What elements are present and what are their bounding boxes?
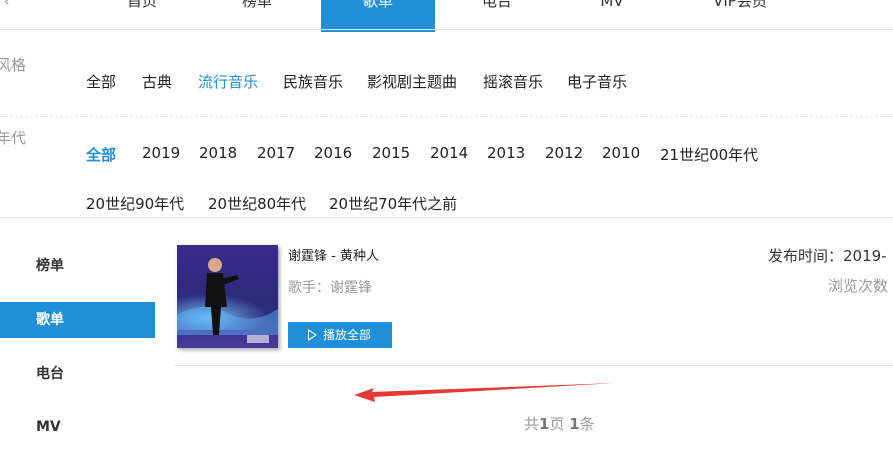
sidebar-item-label: MV xyxy=(36,419,61,435)
cover-artwork xyxy=(177,245,278,348)
era-option-2014[interactable]: 2014 xyxy=(430,144,468,162)
card-divider xyxy=(175,365,893,366)
era-option-2012[interactable]: 2012 xyxy=(545,144,583,162)
view-count: 浏览次数 xyxy=(828,277,889,295)
sidebar-item-label: 歌单 xyxy=(36,312,64,328)
playlist-cover[interactable] xyxy=(177,245,278,348)
era-option-1980s[interactable]: 20世纪80年代 xyxy=(208,193,306,214)
sidebar-item-label: 榜单 xyxy=(36,258,64,274)
sidebar-item-label: 电台 xyxy=(36,366,64,382)
release-date: 发布时间：2019- xyxy=(768,247,887,265)
era-option-1990s[interactable]: 20世纪90年代 xyxy=(86,193,184,214)
era-option-2016[interactable]: 2016 xyxy=(314,144,352,162)
pagination-prefix: 共 xyxy=(524,415,540,433)
top-nav: ‹ 首页 榜单 歌单 电台 MV VIP会员 xyxy=(0,0,893,32)
sidebar-item-charts[interactable]: 榜单 xyxy=(0,248,155,284)
pagination-summary: 共1页 1条 xyxy=(524,413,595,434)
play-all-button[interactable]: 播放全部 xyxy=(288,322,392,348)
filter-label-style: 风格 xyxy=(0,56,27,74)
sidebar-item-radio[interactable]: 电台 xyxy=(0,356,155,392)
style-option-folk[interactable]: 民族音乐 xyxy=(283,71,343,92)
nav-divider xyxy=(0,29,893,30)
style-option-rock[interactable]: 摇滚音乐 xyxy=(483,71,543,92)
pagination-pages: 1 xyxy=(539,415,550,433)
section-divider xyxy=(0,217,893,218)
nav-item-playlists[interactable]: 歌单 xyxy=(321,0,435,32)
filter-label-era: 年代 xyxy=(0,129,27,147)
nav-item-home[interactable]: 首页 xyxy=(100,0,184,32)
style-option-soundtrack[interactable]: 影视剧主题曲 xyxy=(367,71,457,92)
era-option-pre-1970s[interactable]: 20世纪70年代之前 xyxy=(329,193,457,214)
playlist-title[interactable]: 谢霆锋 - 黄种人 xyxy=(288,245,379,264)
play-all-label: 播放全部 xyxy=(323,328,372,342)
annotation-arrow-icon xyxy=(354,383,616,402)
pagination-count: 1 xyxy=(569,415,580,433)
chevron-left-icon[interactable]: ‹ xyxy=(4,0,10,10)
era-option-2015[interactable]: 2015 xyxy=(372,144,410,162)
era-option-2017[interactable]: 2017 xyxy=(257,144,295,162)
era-option-2010[interactable]: 2010 xyxy=(602,144,640,162)
playlist-artist[interactable]: 歌手：谢霆锋 xyxy=(288,277,372,297)
era-option-2000s[interactable]: 21世纪00年代 xyxy=(660,144,758,165)
nav-item-vip[interactable]: VIP会员 xyxy=(690,0,790,32)
filter-divider xyxy=(0,116,893,117)
play-icon xyxy=(308,329,317,341)
pagination-pages-unit: 页 xyxy=(549,415,570,433)
nav-item-radio[interactable]: 电台 xyxy=(455,0,539,32)
style-option-classical[interactable]: 古典 xyxy=(142,71,172,92)
era-option-all[interactable]: 全部 xyxy=(86,144,116,165)
nav-item-mv[interactable]: MV xyxy=(570,0,654,32)
era-option-2019[interactable]: 2019 xyxy=(142,144,180,162)
nav-item-charts[interactable]: 榜单 xyxy=(215,0,299,32)
era-option-2013[interactable]: 2013 xyxy=(487,144,525,162)
style-option-electronic[interactable]: 电子音乐 xyxy=(567,71,627,92)
style-option-pop[interactable]: 流行音乐 xyxy=(198,71,258,92)
era-option-2018[interactable]: 2018 xyxy=(199,144,237,162)
style-option-all[interactable]: 全部 xyxy=(86,71,116,92)
sidebar-item-playlists[interactable]: 歌单 xyxy=(0,302,155,338)
pagination-count-unit: 条 xyxy=(579,415,595,433)
sidebar-item-mv[interactable]: MV xyxy=(0,409,155,445)
